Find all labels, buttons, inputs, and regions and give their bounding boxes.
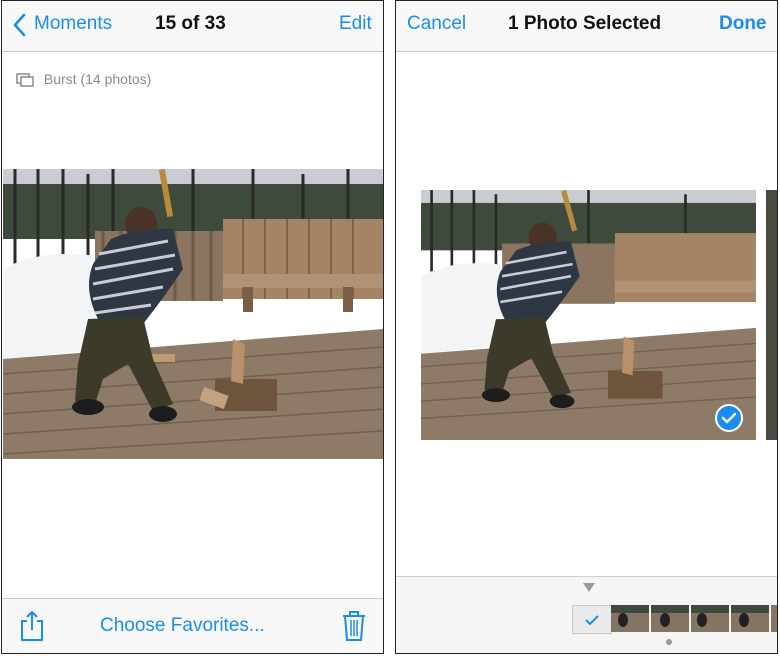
trash-icon[interactable] [341, 610, 367, 642]
back-label: Moments [34, 13, 113, 34]
nav-bar: Cancel 1 Photo Selected Done [396, 1, 777, 52]
page-dot [666, 639, 672, 645]
checkmark-icon [721, 412, 737, 424]
next-photo-peek[interactable] [766, 190, 777, 440]
thumbnail-image [651, 605, 689, 627]
photo-scene [421, 190, 756, 440]
thumbnail[interactable] [611, 605, 649, 632]
burst-count-text: Burst (14 photos) [43, 71, 152, 87]
burst-stack-icon [16, 73, 34, 88]
page-title: 15 of 33 [155, 13, 226, 34]
position-marker-icon [583, 583, 595, 592]
burst-viewer-screen: Moments 15 of 33 Edit Burst (14 photos) [1, 0, 384, 654]
thumbnail[interactable] [691, 605, 729, 632]
checkmark-icon [585, 615, 599, 626]
page-title: 1 Photo Selected [508, 13, 662, 34]
thumbnail[interactable] [771, 605, 777, 632]
burst-label: Burst (14 photos) [16, 71, 152, 88]
edit-button[interactable]: Edit [339, 13, 372, 35]
thumbnail-image [611, 605, 649, 627]
chevron-left-icon [13, 13, 26, 37]
thumbnail[interactable] [731, 605, 769, 632]
bottom-toolbar: Choose Favorites... [2, 598, 383, 653]
photo-scene [3, 169, 383, 459]
selected-checkmark[interactable] [715, 404, 743, 432]
thumbnail[interactable] [651, 605, 689, 632]
thumbnail-image [731, 605, 769, 627]
thumbnail-image [691, 605, 729, 627]
thumbnail-selected[interactable] [572, 605, 612, 634]
cancel-button[interactable]: Cancel [407, 13, 466, 35]
burst-thumbnail-strip[interactable] [396, 576, 777, 653]
selected-photo[interactable] [421, 190, 756, 440]
done-button[interactable]: Done [719, 13, 767, 35]
choose-favorites-button[interactable]: Choose Favorites... [100, 615, 265, 637]
select-favorites-screen: Cancel 1 Photo Selected Done [395, 0, 778, 654]
burst-photo[interactable] [3, 169, 383, 459]
nav-bar: Moments 15 of 33 Edit [2, 1, 383, 52]
share-icon[interactable] [19, 610, 45, 642]
